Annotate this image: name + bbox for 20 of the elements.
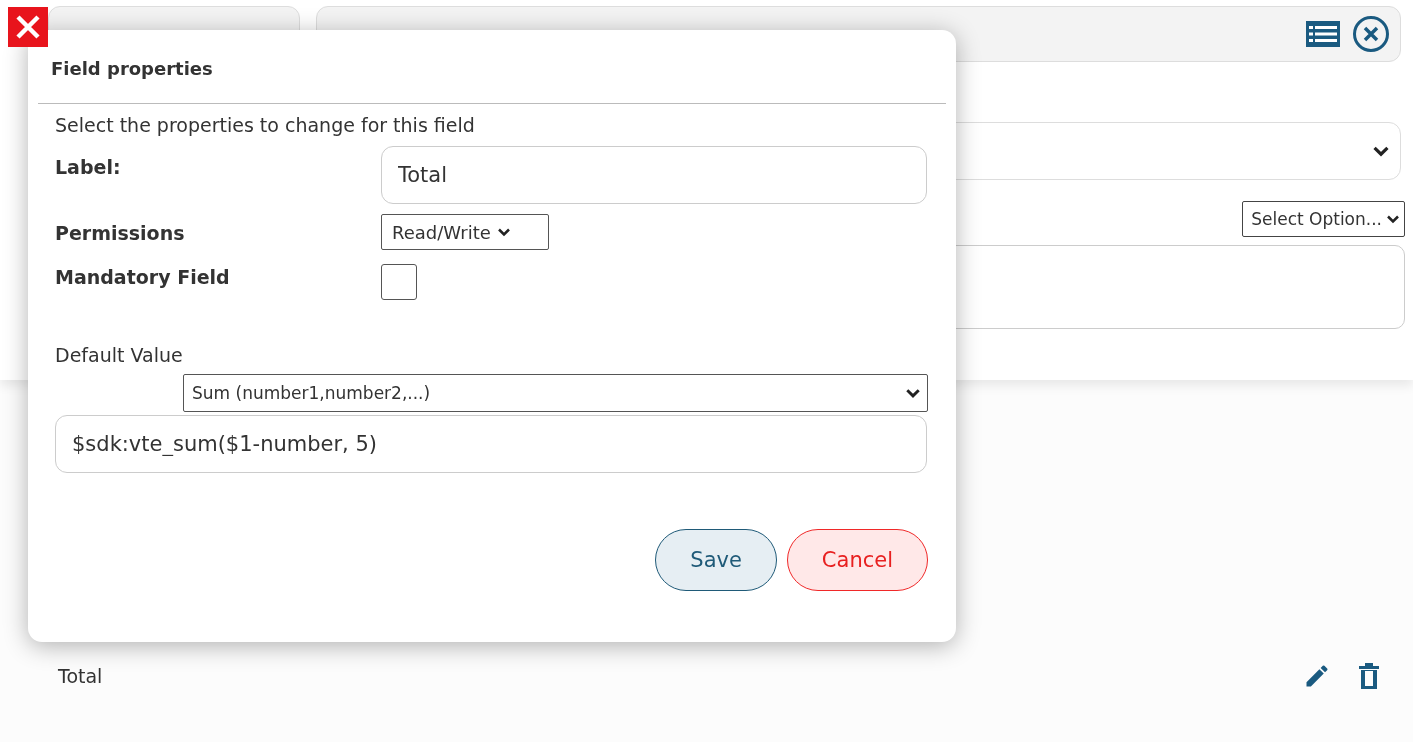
label-input[interactable]: Total (381, 146, 927, 204)
field-label: Mandatory Field (55, 266, 231, 288)
option-select[interactable]: Select Option... (1242, 201, 1405, 237)
field-name: Total (58, 665, 103, 687)
close-icon (14, 13, 42, 41)
permissions-select[interactable]: Read/Write (381, 214, 549, 250)
trash-icon[interactable] (1357, 662, 1381, 690)
save-button[interactable]: Save (655, 529, 777, 591)
cancel-button[interactable]: Cancel (786, 529, 928, 591)
clear-icon[interactable] (1352, 15, 1390, 53)
function-select[interactable]: Sum (number1,number2,...) (183, 374, 928, 412)
dialog-title: Field properties (38, 30, 946, 104)
list-icon[interactable] (1306, 21, 1340, 47)
intro-text: Select the properties to change for this field (55, 114, 476, 136)
mandatory-checkbox[interactable] (381, 264, 417, 300)
default-value-label: Default Value (55, 344, 184, 366)
field-label: Label: (55, 156, 122, 178)
close-button[interactable] (8, 7, 48, 47)
field-label: Permissions (55, 222, 186, 244)
default-value-input[interactable]: $sdk:vte_sum($1-number, 5) (55, 415, 927, 473)
